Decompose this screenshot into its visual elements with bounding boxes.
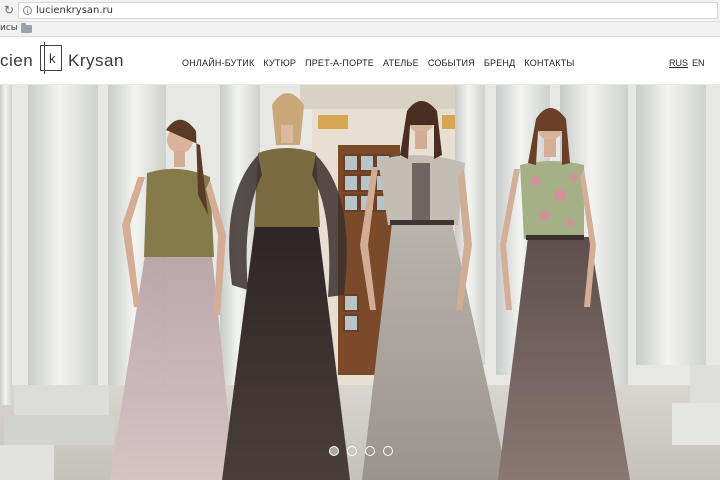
nav-brand[interactable]: БРЕНД: [484, 58, 516, 68]
hero-photo: [0, 85, 720, 480]
url-text: lucienkrysan.ru: [36, 5, 114, 16]
reload-icon[interactable]: ↻: [2, 3, 16, 17]
nav-events[interactable]: СОБЫТИЯ: [428, 58, 475, 68]
nav-online-boutique[interactable]: ОНЛАЙН-БУТИК: [182, 58, 254, 68]
slider-dot-4[interactable]: [383, 446, 393, 456]
nav-contacts[interactable]: КОНТАКТЫ: [524, 58, 574, 68]
slider-dots: [329, 446, 393, 456]
info-icon[interactable]: i: [23, 6, 32, 15]
logo-line: [44, 42, 45, 74]
slider-dot-1[interactable]: [329, 446, 339, 456]
bookmarks-bar: исы: [0, 22, 720, 37]
site-header: cien k Krysan ОНЛАЙН-БУТИК КУТЮР ПРЕТ-А-…: [0, 37, 720, 85]
nav-atelier[interactable]: АТЕЛЬЕ: [383, 58, 419, 68]
logo-mark-letter: k: [49, 51, 56, 66]
lang-en[interactable]: EN: [692, 58, 705, 68]
bookmarks-label[interactable]: исы: [0, 23, 18, 33]
main-nav: ОНЛАЙН-БУТИК КУТЮР ПРЕТ-А-ПОРТЕ АТЕЛЬЕ С…: [182, 58, 584, 68]
logo-mark[interactable]: k: [40, 42, 62, 74]
lang-rus[interactable]: RUS: [669, 58, 688, 68]
folder-icon[interactable]: [21, 23, 32, 33]
logo-text-left[interactable]: cien: [0, 51, 33, 71]
url-field[interactable]: i lucienkrysan.ru: [18, 2, 718, 19]
slider-dot-2[interactable]: [347, 446, 357, 456]
slider-dot-3[interactable]: [365, 446, 375, 456]
logo-text-right[interactable]: Krysan: [68, 51, 124, 71]
browser-address-bar: ↻ i lucienkrysan.ru: [0, 0, 720, 22]
hero-slider[interactable]: [0, 85, 720, 480]
nav-pret-a-porter[interactable]: ПРЕТ-А-ПОРТЕ: [305, 58, 374, 68]
nav-couture[interactable]: КУТЮР: [263, 58, 296, 68]
